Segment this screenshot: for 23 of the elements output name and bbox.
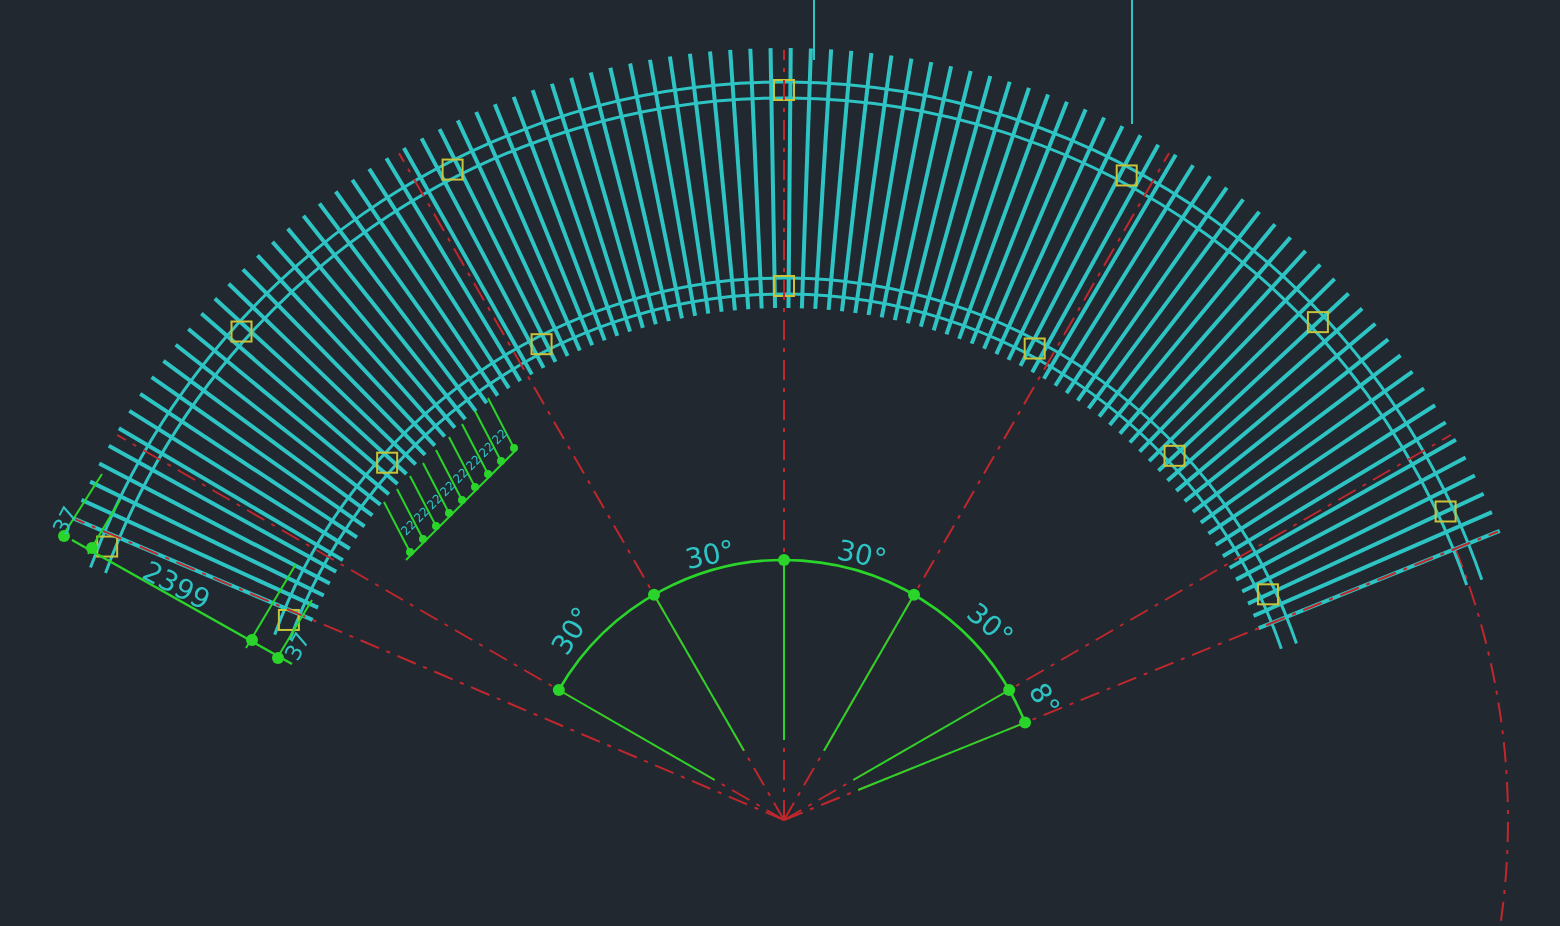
post-marker	[441, 158, 464, 181]
post-marker	[376, 451, 399, 474]
post-marker	[1306, 311, 1329, 334]
angle-label: 30°	[834, 535, 890, 577]
post-marker	[773, 275, 795, 297]
post-marker	[1163, 444, 1186, 467]
post-marker	[96, 535, 119, 558]
post-marker	[1256, 583, 1279, 606]
post-marker	[530, 333, 553, 356]
post-marker	[773, 79, 795, 101]
post-marker	[1434, 500, 1457, 523]
angle-label: 8°	[1021, 678, 1065, 722]
post-marker	[230, 320, 253, 343]
post-marker	[277, 608, 300, 631]
reference-line	[813, 0, 815, 61]
angle-label: 30°	[959, 597, 1019, 655]
dimension-label: 37	[47, 502, 84, 540]
post-marker	[1115, 164, 1138, 187]
dimension-label: 37	[279, 628, 316, 666]
dimension-label: 2399	[136, 556, 215, 618]
angle-label: 30°	[682, 535, 738, 577]
post-marker	[1023, 337, 1046, 360]
reference-line	[1131, 0, 1133, 125]
